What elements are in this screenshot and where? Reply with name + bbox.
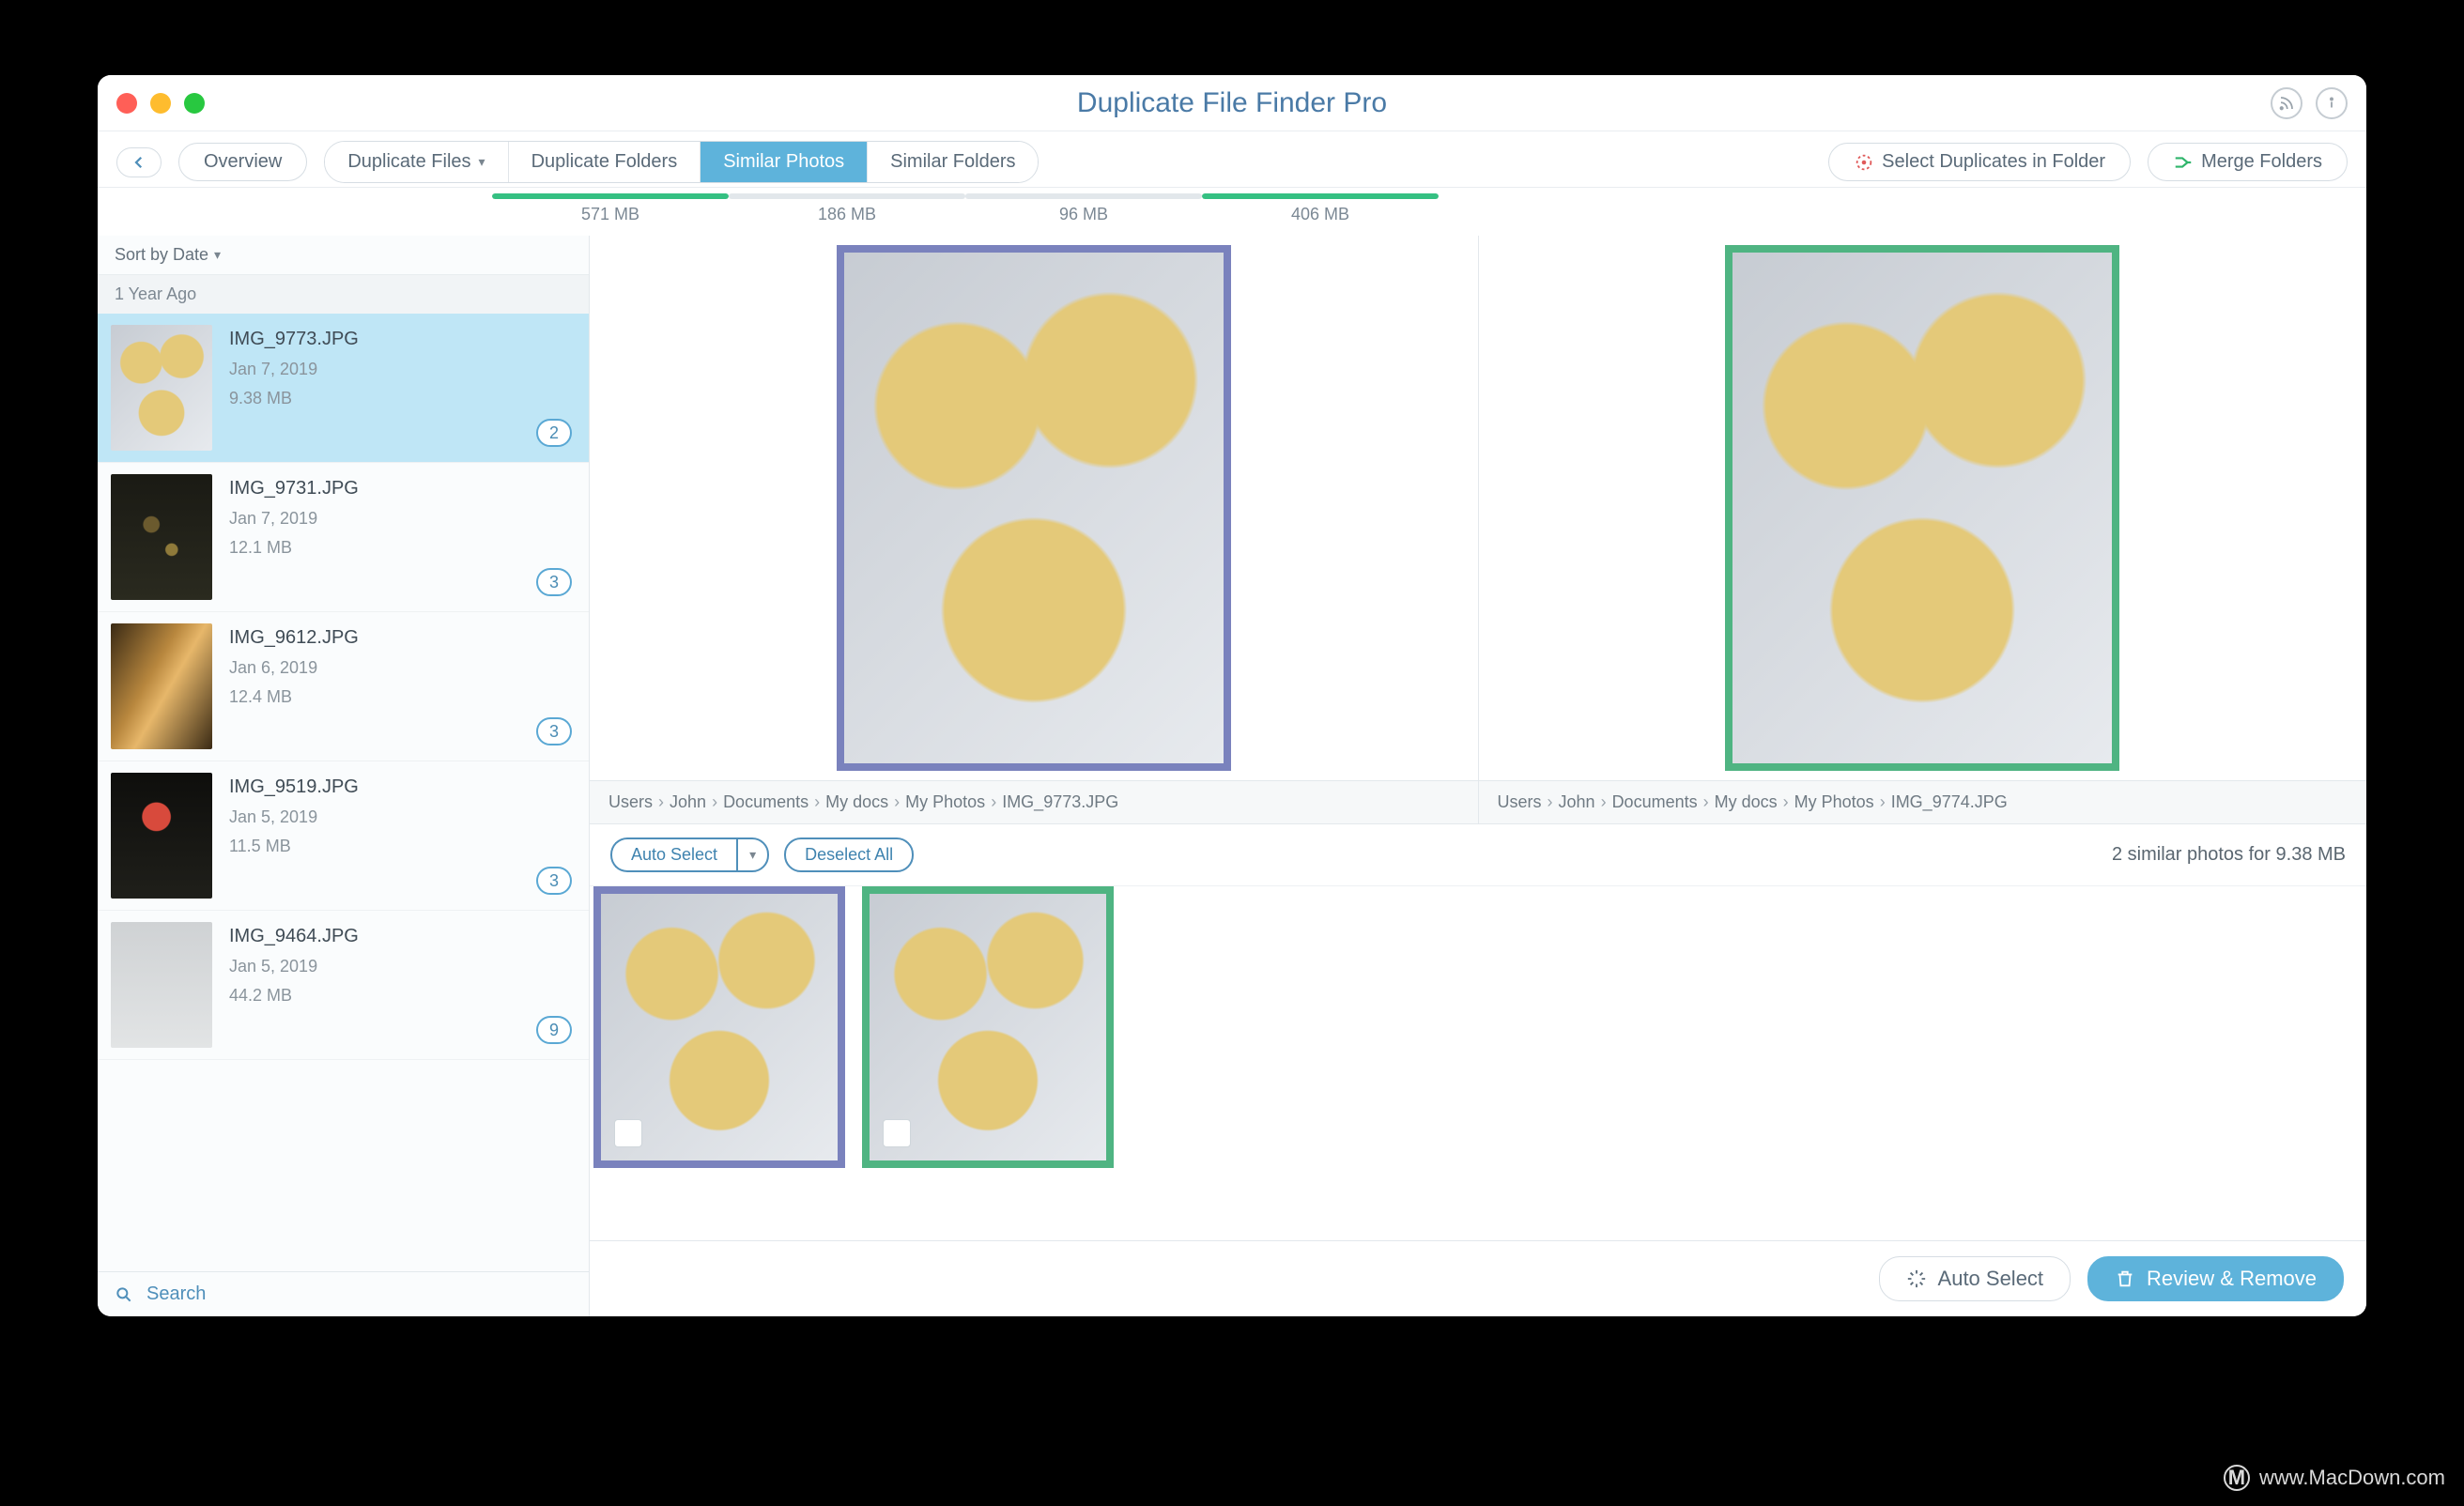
window-controls: [116, 93, 205, 114]
tab-duplicate-files[interactable]: Duplicate Files ▾: [325, 142, 508, 182]
summary-label: 2 similar photos for 9.38 MB: [2112, 844, 2346, 866]
thumbnail: [111, 623, 212, 749]
file-size: 9.38 MB: [229, 389, 576, 408]
close-icon[interactable]: [116, 93, 137, 114]
list-item[interactable]: IMG_9519.JPG Jan 5, 2019 11.5 MB 3: [98, 761, 589, 911]
select-duplicates-in-folder-button[interactable]: Select Duplicates in Folder: [1828, 143, 2131, 181]
similar-thumb[interactable]: [862, 886, 1114, 1168]
sort-dropdown[interactable]: Sort by Date ▾: [98, 236, 589, 275]
sort-label: Sort by Date: [115, 245, 208, 265]
similar-thumb[interactable]: [593, 886, 845, 1168]
list-item[interactable]: IMG_9773.JPG Jan 7, 2019 9.38 MB 2: [98, 314, 589, 463]
list-item[interactable]: IMG_9612.JPG Jan 6, 2019 12.4 MB 3: [98, 612, 589, 761]
rss-icon[interactable]: [2271, 87, 2302, 119]
file-size: 44.2 MB: [229, 986, 576, 1006]
thumb-checkbox[interactable]: [614, 1119, 642, 1147]
group-header: 1 Year Ago: [98, 275, 589, 314]
file-name: IMG_9731.JPG: [229, 478, 576, 499]
thumbnail: [111, 922, 212, 1048]
button-label: Auto Select: [1938, 1267, 2044, 1291]
file-size: 11.5 MB: [229, 837, 576, 856]
chevron-down-icon: ▾: [214, 247, 221, 263]
merge-folders-button[interactable]: Merge Folders: [2148, 143, 2348, 181]
compare-left-pane: [590, 236, 1479, 780]
search-button[interactable]: Search: [98, 1271, 589, 1316]
count-badge: 2: [536, 419, 572, 447]
file-date: Jan 7, 2019: [229, 360, 576, 379]
review-remove-button[interactable]: Review & Remove: [2087, 1256, 2344, 1301]
file-size: 12.4 MB: [229, 687, 576, 707]
auto-select-dropdown[interactable]: ▾: [736, 838, 769, 872]
file-name: IMG_9519.JPG: [229, 776, 576, 798]
button-label: Review & Remove: [2147, 1267, 2317, 1291]
thumb-checkbox[interactable]: [883, 1119, 911, 1147]
minimize-icon[interactable]: [150, 93, 171, 114]
file-date: Jan 6, 2019: [229, 658, 576, 678]
button-label: Merge Folders: [2201, 151, 2322, 173]
footer-auto-select-button[interactable]: Auto Select: [1879, 1256, 2071, 1301]
breadcrumb-left[interactable]: Users›John›Documents›My docs›My Photos›I…: [590, 781, 1479, 823]
main-panel: Users›John›Documents›My docs›My Photos›I…: [590, 236, 2366, 1316]
overview-button[interactable]: Overview: [178, 143, 307, 181]
list-item[interactable]: IMG_9731.JPG Jan 7, 2019 12.1 MB 3: [98, 463, 589, 612]
preview-image-right[interactable]: [1725, 245, 2119, 771]
watermark-text: www.MacDown.com: [2259, 1466, 2445, 1490]
size-duplicate-files: 571 MB: [492, 205, 729, 224]
auto-select-button[interactable]: Auto Select: [610, 838, 736, 872]
path-row: Users›John›Documents›My docs›My Photos›I…: [590, 780, 2366, 824]
sparkle-icon: [1906, 1268, 1927, 1289]
thumbnail: [111, 773, 212, 899]
size-similar-folders: 406 MB: [1202, 205, 1439, 224]
file-name: IMG_9773.JPG: [229, 329, 576, 350]
preview-image-left[interactable]: [837, 245, 1231, 771]
size-duplicate-folders: 186 MB: [729, 205, 965, 224]
target-icon: [1854, 152, 1874, 173]
deselect-all-button[interactable]: Deselect All: [784, 838, 914, 872]
file-name: IMG_9612.JPG: [229, 627, 576, 649]
watermark: M www.MacDown.com: [2224, 1465, 2445, 1491]
selection-controls: Auto Select ▾ Deselect All 2 similar pho…: [590, 824, 2366, 886]
footer: Auto Select Review & Remove: [590, 1240, 2366, 1316]
file-list: IMG_9773.JPG Jan 7, 2019 9.38 MB 2 IMG_9731.…: [98, 314, 589, 1271]
count-badge: 3: [536, 867, 572, 895]
similar-thumbs-row: [590, 886, 2366, 1240]
merge-icon: [2173, 152, 2194, 173]
count-badge: 9: [536, 1016, 572, 1044]
app-title: Duplicate File Finder Pro: [98, 87, 2366, 119]
file-name: IMG_9464.JPG: [229, 926, 576, 947]
tab-label: Duplicate Files: [347, 151, 470, 173]
search-icon: [115, 1285, 133, 1304]
titlebar: Duplicate File Finder Pro: [98, 75, 2366, 131]
compare-right-pane: [1479, 236, 2367, 780]
breadcrumb-right[interactable]: Users›John›Documents›My docs›My Photos›I…: [1479, 781, 2367, 823]
file-date: Jan 5, 2019: [229, 957, 576, 976]
file-date: Jan 7, 2019: [229, 509, 576, 529]
file-size: 12.1 MB: [229, 538, 576, 558]
thumbnail: [111, 325, 212, 451]
tab-similar-folders[interactable]: Similar Folders: [868, 142, 1038, 182]
chevron-down-icon: ▾: [479, 154, 485, 170]
compare-row: [590, 236, 2366, 780]
search-label: Search: [146, 1283, 206, 1305]
toolbar: Overview Duplicate Files ▾ Duplicate Fol…: [98, 131, 2366, 188]
category-tabs: Duplicate Files ▾ Duplicate Folders Simi…: [324, 141, 1039, 183]
count-badge: 3: [536, 717, 572, 745]
button-label: Select Duplicates in Folder: [1882, 151, 2105, 173]
watermark-icon: M: [2224, 1465, 2250, 1491]
thumbnail: [111, 474, 212, 600]
back-button[interactable]: [116, 147, 162, 177]
tab-similar-photos[interactable]: Similar Photos: [701, 142, 868, 182]
app-window: Duplicate File Finder Pro Overview Dupli…: [98, 75, 2366, 1316]
count-badge: 3: [536, 568, 572, 596]
file-date: Jan 5, 2019: [229, 807, 576, 827]
maximize-icon[interactable]: [184, 93, 205, 114]
chevron-down-icon: ▾: [749, 847, 756, 863]
info-icon[interactable]: [2316, 87, 2348, 119]
sidebar: Sort by Date ▾ 1 Year Ago IMG_9773.JPG Ja…: [98, 236, 590, 1316]
list-item[interactable]: IMG_9464.JPG Jan 5, 2019 44.2 MB 9: [98, 911, 589, 1060]
tab-sizes-row: 571 MB 186 MB 96 MB 406 MB: [473, 188, 2366, 236]
trash-icon: [2115, 1268, 2135, 1289]
tab-duplicate-folders[interactable]: Duplicate Folders: [509, 142, 701, 182]
size-similar-photos: 96 MB: [965, 205, 1202, 224]
